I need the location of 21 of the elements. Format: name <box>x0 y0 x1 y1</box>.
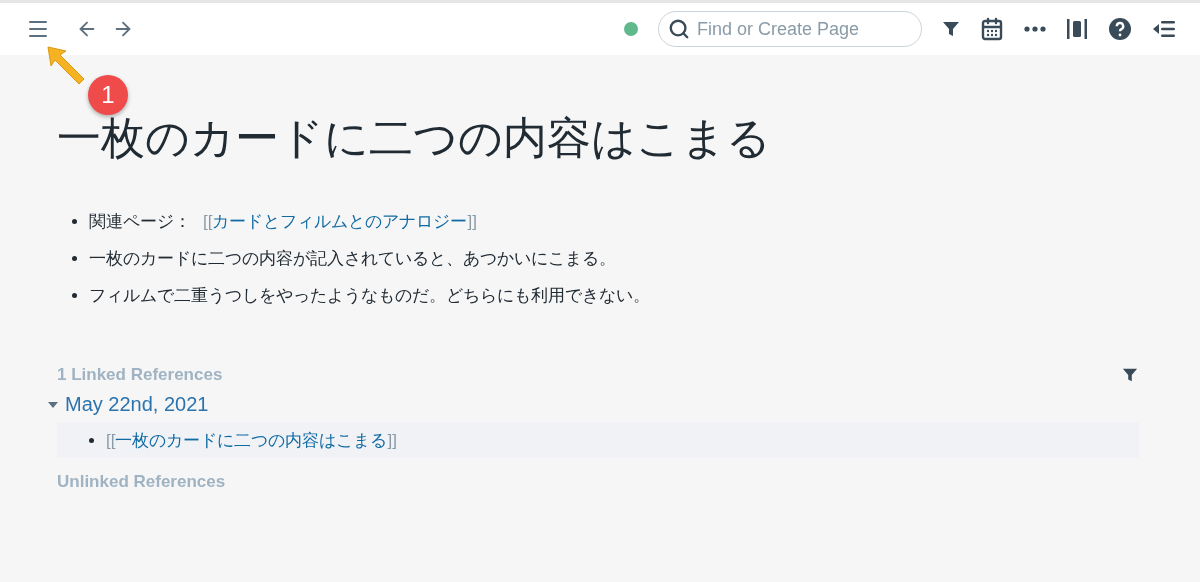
bullet-icon <box>72 256 77 261</box>
linked-references-heading: 1 Linked References <box>57 365 223 385</box>
page-link[interactable]: [[カードとフィルムとのアナロジー]] <box>203 210 477 233</box>
block-text: フィルムで二重うつしをやったようなものだ。どちらにも利用できない。 <box>89 285 650 307</box>
date-link[interactable]: May 22nd, 2021 <box>65 393 209 416</box>
search-field[interactable]: Find or Create Page <box>658 11 922 47</box>
help-button[interactable] <box>1106 15 1134 43</box>
sidebar-button[interactable] <box>1064 16 1090 42</box>
step-badge: 1 <box>88 75 128 115</box>
bullet-icon <box>72 219 77 224</box>
search-icon <box>668 18 690 40</box>
bullet-icon <box>72 293 77 298</box>
page-link[interactable]: [[一枚のカードに二つの内容はこまる]] <box>106 428 397 452</box>
calendar-icon <box>980 17 1004 41</box>
bullet-icon <box>89 437 94 443</box>
unlinked-references-heading: Unlinked References <box>57 472 226 491</box>
more-button[interactable] <box>1022 24 1048 34</box>
page-title: 一枚のカードに二つの内容はこまる <box>57 112 771 164</box>
block-text: 関連ページ： <box>89 211 191 233</box>
sync-status-dot <box>624 22 638 36</box>
block-text: 一枚のカードに二つの内容が記入されていると、あつかいにこまる。 <box>89 248 616 270</box>
